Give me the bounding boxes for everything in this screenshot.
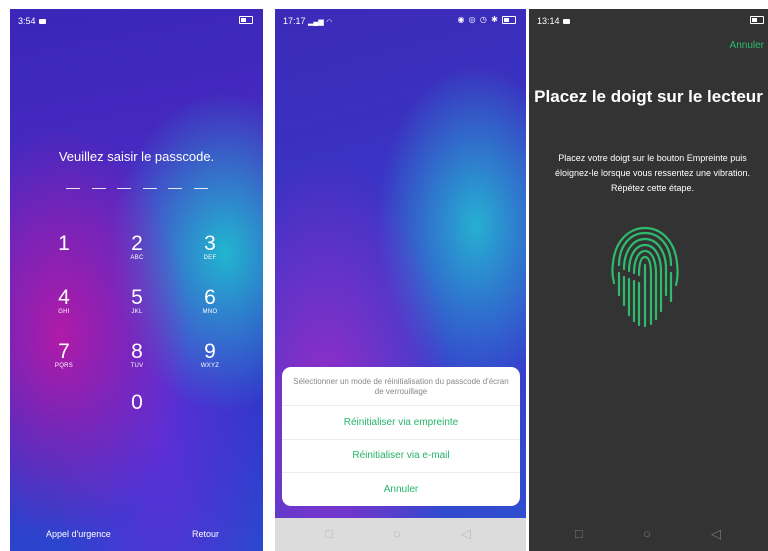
home-icon[interactable]: ○ bbox=[643, 526, 651, 541]
cancel-button[interactable]: Annuler bbox=[730, 40, 764, 51]
key-0[interactable]: 0 bbox=[107, 392, 167, 414]
reset-via-fingerprint-button[interactable]: Réinitialiser via empreinte bbox=[282, 417, 520, 428]
emergency-call-button[interactable]: Appel d'urgence bbox=[46, 529, 111, 539]
image-notification-icon bbox=[38, 19, 46, 25]
status-icons: ◉ ◎ ◷ ✱ bbox=[457, 15, 499, 24]
passcode-slot bbox=[142, 188, 157, 189]
passcode-slot bbox=[117, 188, 132, 189]
key-6[interactable]: 6 MNO bbox=[180, 287, 240, 316]
key-1[interactable]: 1 bbox=[34, 233, 94, 255]
status-bar: 3:54 bbox=[10, 9, 263, 31]
signal-icon: ▂▄▆ bbox=[308, 19, 324, 26]
passcode-dots bbox=[66, 188, 208, 189]
battery-icon bbox=[502, 15, 516, 24]
key-2[interactable]: 2 ABC bbox=[107, 233, 167, 262]
recents-icon[interactable]: □ bbox=[325, 526, 333, 541]
cancel-button[interactable]: Annuler bbox=[282, 484, 520, 495]
back-icon[interactable]: ◁ bbox=[711, 526, 721, 542]
reset-via-email-button[interactable]: Réinitialiser via e-mail bbox=[282, 450, 520, 461]
battery-icon bbox=[750, 15, 764, 24]
home-icon[interactable]: ○ bbox=[393, 526, 401, 541]
reset-mode-screen: 17:17 ▂▄▆ ◠ ◉ ◎ ◷ ✱ Sélectionner un mode… bbox=[275, 9, 526, 551]
wifi-icon: ◠ bbox=[326, 19, 333, 26]
fingerprint-setup-screen: 13:14 Annuler Placez le doigt sur le lec… bbox=[529, 9, 768, 551]
recents-icon[interactable]: □ bbox=[575, 526, 583, 541]
page-title: Placez le doigt sur le lecteur bbox=[534, 87, 763, 106]
passcode-slot bbox=[168, 188, 183, 189]
passcode-slot bbox=[91, 188, 106, 189]
key-5[interactable]: 5 JKL bbox=[107, 287, 167, 316]
status-bar: 17:17 ▂▄▆ ◠ ◉ ◎ ◷ ✱ bbox=[275, 9, 526, 31]
divider bbox=[282, 405, 520, 406]
passcode-slot bbox=[66, 188, 80, 189]
divider bbox=[282, 472, 520, 473]
instructions-text: Placez votre doigt sur le bouton Emprein… bbox=[554, 153, 751, 193]
navigation-bar: □ ○ ◁ bbox=[275, 518, 526, 551]
passcode-prompt: Veuillez saisir le passcode. bbox=[58, 149, 215, 164]
key-7[interactable]: 7 PQRS bbox=[34, 341, 94, 370]
divider bbox=[282, 439, 520, 440]
battery-icon bbox=[239, 15, 253, 24]
passcode-screen: 3:54 Veuillez saisir le passcode. 1 2 ABC… bbox=[10, 9, 263, 551]
status-bar: 13:14 bbox=[529, 9, 768, 31]
key-4[interactable]: 4 GHI bbox=[34, 287, 94, 316]
key-9[interactable]: 9 WXYZ bbox=[180, 341, 240, 370]
key-8[interactable]: 8 TUV bbox=[107, 341, 167, 370]
navigation-bar: □ ○ ◁ bbox=[529, 518, 768, 551]
back-icon[interactable]: ◁ bbox=[461, 526, 471, 542]
status-time: 17:17 bbox=[283, 16, 306, 26]
status-time: 13:14 bbox=[537, 16, 560, 26]
reset-mode-dialog: Sélectionner un mode de réinitialisation… bbox=[282, 367, 520, 506]
fingerprint-icon bbox=[611, 226, 679, 328]
key-3[interactable]: 3 DEF bbox=[180, 233, 240, 262]
status-time: 3:54 bbox=[18, 16, 36, 26]
passcode-slot bbox=[193, 188, 208, 189]
dialog-title: Sélectionner un mode de réinitialisation… bbox=[293, 377, 509, 396]
back-button[interactable]: Retour bbox=[192, 529, 219, 539]
image-notification-icon bbox=[562, 19, 570, 25]
